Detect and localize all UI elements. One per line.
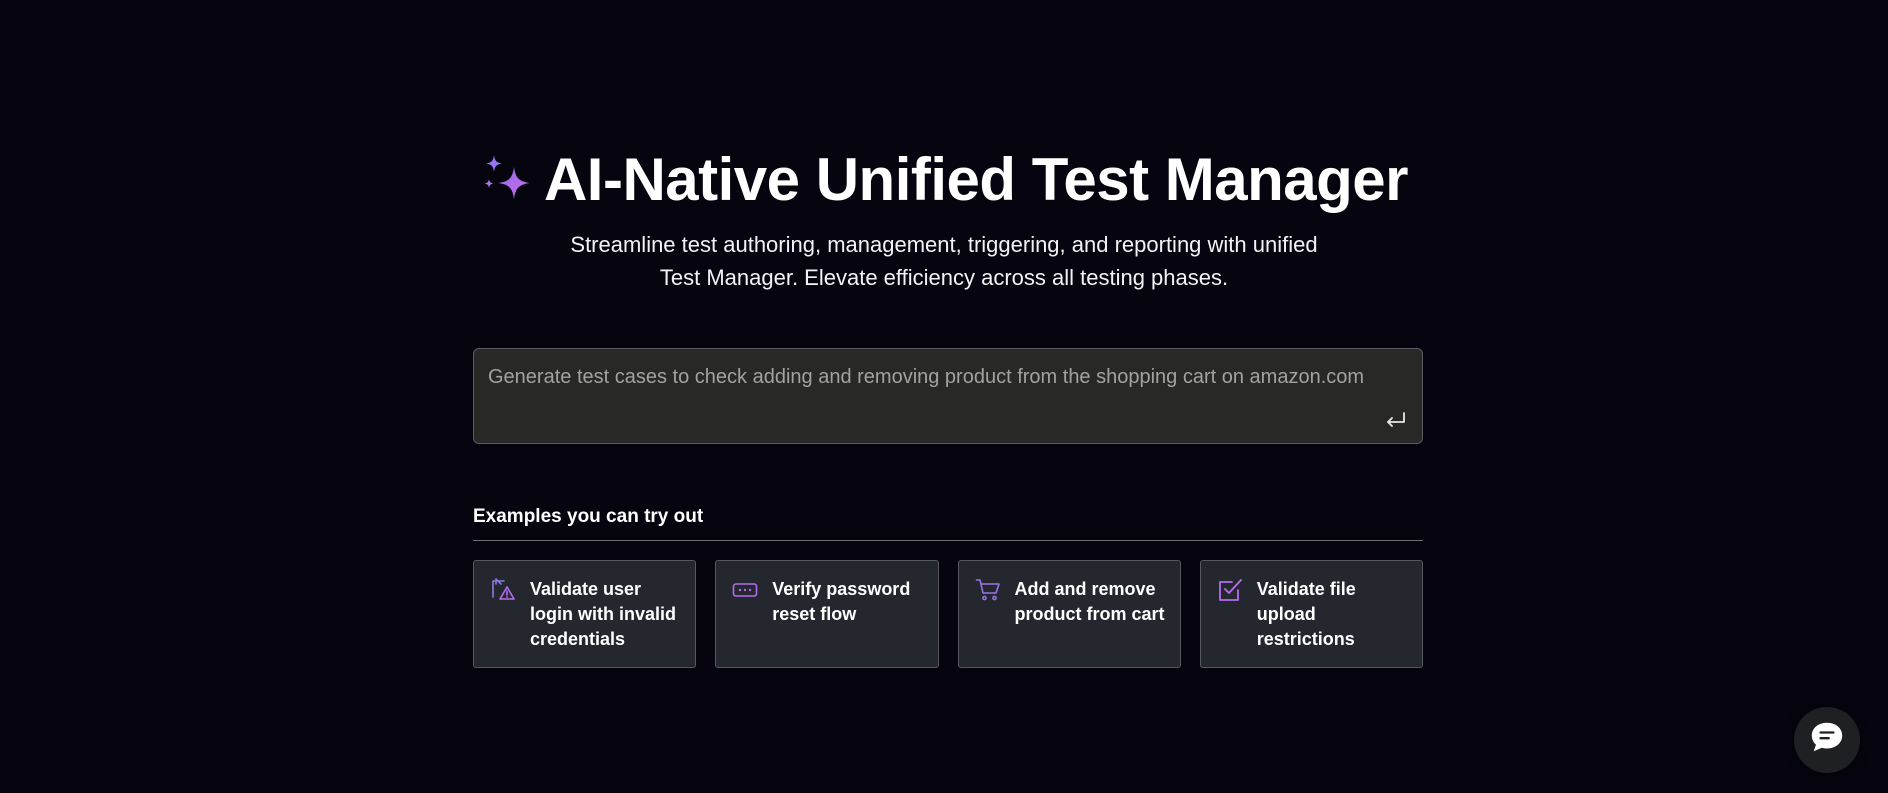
prompt-input[interactable] <box>486 361 1410 393</box>
chat-bubble-icon <box>1808 719 1846 762</box>
example-card-login[interactable]: Validate user login with invalid credent… <box>473 560 697 668</box>
examples-heading: Examples you can try out <box>473 506 1423 541</box>
example-card-label: Verify password reset flow <box>772 579 911 624</box>
prompt-box[interactable] <box>473 348 1423 444</box>
enter-icon[interactable] <box>1384 409 1408 431</box>
example-card-label: Validate user login with invalid credent… <box>530 579 676 649</box>
checkbox-icon <box>1217 577 1243 603</box>
hero-section: AI-Native Unified Test Manager Streamlin… <box>0 140 1888 294</box>
examples-section: Examples you can try out Validate user l… <box>473 506 1423 668</box>
shopping-cart-icon <box>975 577 1001 603</box>
title-row: AI-Native Unified Test Manager <box>480 140 1409 220</box>
page-subtitle: Streamline test authoring, management, t… <box>534 228 1354 294</box>
example-card-password[interactable]: Verify password reset flow <box>715 560 939 668</box>
chat-widget-button[interactable] <box>1794 707 1860 773</box>
sparkle-icon <box>480 153 534 207</box>
login-warning-icon <box>490 577 516 603</box>
example-card-label: Add and remove product from cart <box>1014 579 1165 624</box>
password-field-icon <box>732 577 758 603</box>
subtitle-line-2: Test Manager. Elevate efficiency across … <box>659 265 1229 290</box>
page-title: AI-Native Unified Test Manager <box>543 146 1409 213</box>
example-card-cart[interactable]: Add and remove product from cart <box>957 560 1181 668</box>
example-card-upload[interactable]: Validate file upload restrictions <box>1199 560 1423 668</box>
example-cards: Validate user login with invalid credent… <box>473 560 1423 668</box>
example-card-label: Validate file upload restrictions <box>1256 579 1356 649</box>
page: AI-Native Unified Test Manager Streamlin… <box>0 0 1888 793</box>
subtitle-line-1: Streamline test authoring, management, t… <box>570 232 1318 257</box>
